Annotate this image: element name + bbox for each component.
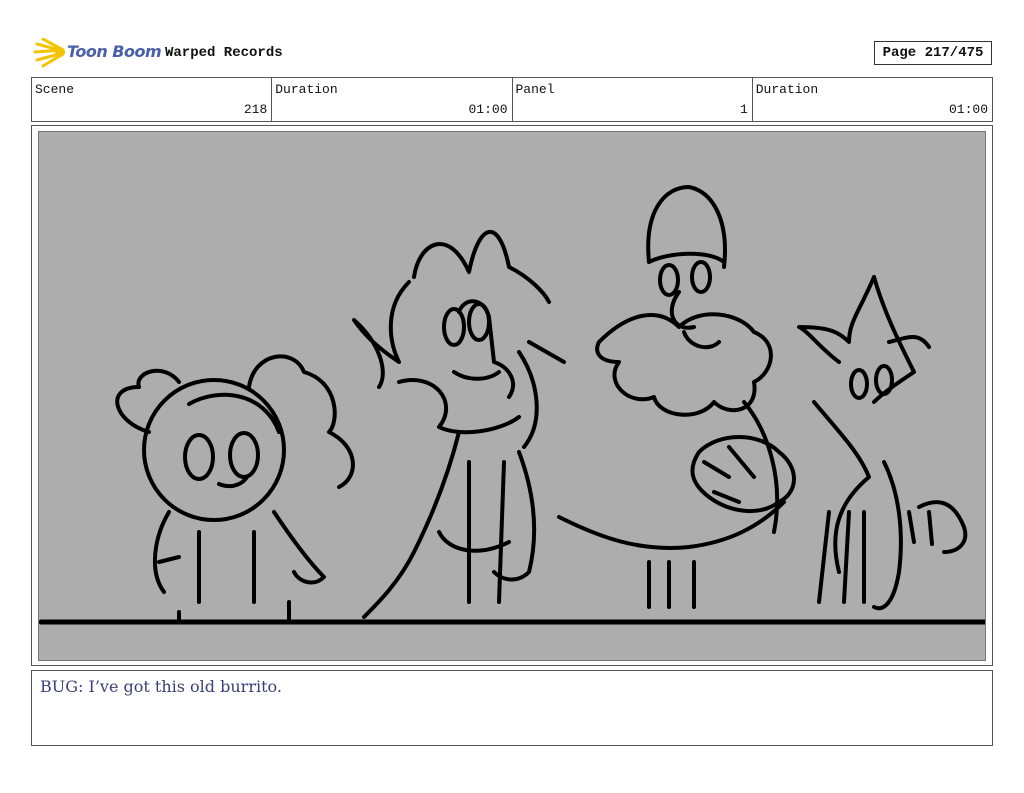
scene-value: 218 [243,102,268,117]
project-title: Warped Records [165,45,283,61]
scene-duration-label: Duration [275,82,338,97]
toon-boom-logo: Toon Boom [33,37,162,68]
storyboard-drawing [38,131,986,661]
info-row: Scene 218 Duration 01:00 Panel 1 Duratio… [31,77,993,122]
character-sketch [39,185,985,625]
scene-duration-cell: Duration 01:00 [272,78,513,121]
page-indicator: Page 217/475 [874,41,992,65]
scene-duration-value: 01:00 [468,102,508,117]
panel-cell: Panel 1 [513,78,753,121]
panel-duration-value: 01:00 [948,102,988,117]
panel-duration-label: Duration [755,82,819,97]
dialogue-text: BUG: I’ve got this old burrito. [40,677,282,696]
panel-label: Panel [515,82,555,97]
star-burst-icon [33,37,65,68]
panel-duration-cell: Duration 01:00 [753,78,992,121]
panel-value: 1 [739,102,748,117]
dialogue-box: BUG: I’ve got this old burrito. [31,670,993,746]
scene-label: Scene [35,82,75,97]
brand-name: Toon Boom [67,42,162,61]
scene-cell: Scene 218 [32,78,273,121]
